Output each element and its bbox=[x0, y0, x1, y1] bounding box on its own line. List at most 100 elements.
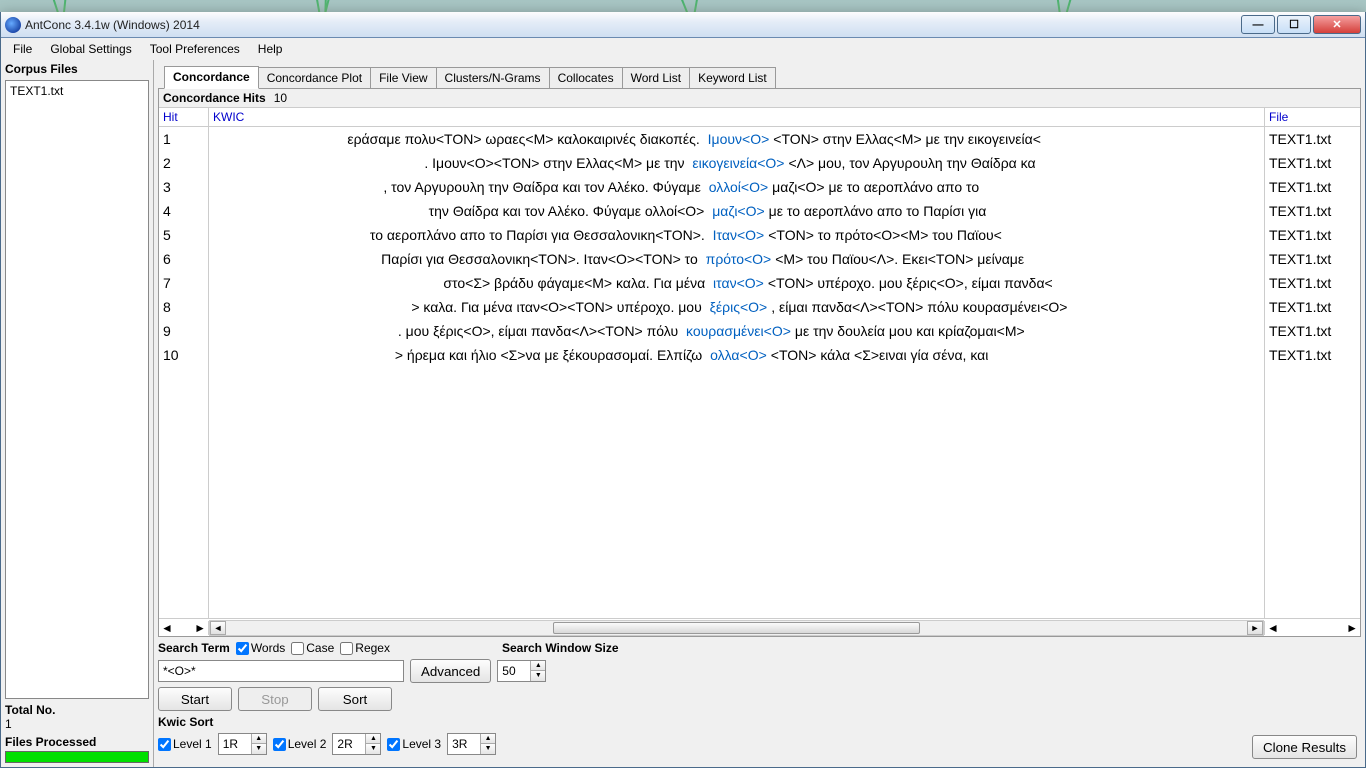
kwic-right-context: <ΤΟΝ> στην Ελλας<Μ> με την εικογεινεία< bbox=[773, 127, 1260, 151]
result-file[interactable]: TEXT1.txt bbox=[1265, 175, 1360, 199]
result-file[interactable]: TEXT1.txt bbox=[1265, 223, 1360, 247]
kwic-right-context: , είμαι πανδα<Λ><ΤΟΝ> πόλυ κουρασμένει<Ο… bbox=[771, 295, 1260, 319]
advanced-button[interactable]: Advanced bbox=[410, 659, 491, 683]
kwic-row[interactable]: την Θαίδρα και τον Αλέκο. Φύγαμε ολλοί<Ο… bbox=[209, 199, 1264, 223]
result-file[interactable]: TEXT1.txt bbox=[1265, 319, 1360, 343]
menu-help[interactable]: Help bbox=[250, 40, 291, 58]
file-scroll-right-icon[interactable]: ► bbox=[1346, 621, 1358, 635]
start-button[interactable]: Start bbox=[158, 687, 232, 711]
column-hit[interactable]: Hit bbox=[159, 108, 209, 126]
menu-file[interactable]: File bbox=[5, 40, 40, 58]
result-file[interactable]: TEXT1.txt bbox=[1265, 343, 1360, 367]
kwic-row[interactable]: > ήρεμα και ήλιο <Σ>να με ξέκουρασομαί. … bbox=[209, 343, 1264, 367]
results-grid: 12345678910 εράσαμε πολυ<ΤΟΝ> ωραες<Μ> κ… bbox=[159, 127, 1360, 618]
scroll-left-icon[interactable]: ◄ bbox=[161, 621, 173, 635]
tab-word-list[interactable]: Word List bbox=[622, 67, 690, 88]
kwic-left-context: το αεροπλάνο απο το Παρίσι για Θεσσαλονι… bbox=[213, 223, 705, 247]
level2-stepper[interactable]: ▲▼ bbox=[332, 733, 381, 755]
window-size-stepper[interactable]: ▲▼ bbox=[497, 660, 546, 682]
regex-label: Regex bbox=[355, 641, 390, 655]
file-scroll-left-icon[interactable]: ◄ bbox=[1267, 621, 1279, 635]
result-file[interactable]: TEXT1.txt bbox=[1265, 295, 1360, 319]
kwic-row[interactable]: εράσαμε πολυ<ΤΟΝ> ωραες<Μ> καλοκαιρινές … bbox=[209, 127, 1264, 151]
kwic-row[interactable]: > καλα. Για μένα ιταν<Ο><ΤΟΝ> υπέροχο. μ… bbox=[209, 295, 1264, 319]
hit-number: 7 bbox=[159, 271, 208, 295]
tab-concordance-plot[interactable]: Concordance Plot bbox=[258, 67, 371, 88]
level3-input[interactable] bbox=[448, 737, 480, 751]
minimize-button[interactable]: — bbox=[1241, 15, 1275, 34]
kwic-row[interactable]: . μου ξέρις<Ο>, είμαι πανδα<Λ><ΤΟΝ> πόλυ… bbox=[209, 319, 1264, 343]
kwic-right-context: μαζι<Ο> με το αεροπλάνο απο το bbox=[772, 175, 1260, 199]
stop-button[interactable]: Stop bbox=[238, 687, 312, 711]
kwic-right-context: με το αεροπλάνο απο το Παρίσι για bbox=[769, 199, 1260, 223]
concordance-hits-value: 10 bbox=[274, 91, 287, 105]
kwic-keyword: κουρασμένει<Ο> bbox=[678, 319, 795, 343]
kwic-row[interactable]: , τον Αργυρουλη την Θαίδρα και τον Αλέκο… bbox=[209, 175, 1264, 199]
corpus-files-list[interactable]: TEXT1.txt bbox=[5, 80, 149, 699]
kwic-keyword: ιταν<Ο> bbox=[705, 271, 768, 295]
sort-button[interactable]: Sort bbox=[318, 687, 392, 711]
level3-stepper[interactable]: ▲▼ bbox=[447, 733, 496, 755]
window-size-input[interactable] bbox=[498, 664, 530, 678]
level2-input[interactable] bbox=[333, 737, 365, 751]
menu-global-settings[interactable]: Global Settings bbox=[42, 40, 139, 58]
spinner-down-icon[interactable]: ▼ bbox=[366, 744, 380, 754]
spinner-down-icon[interactable]: ▼ bbox=[531, 671, 545, 681]
search-input[interactable] bbox=[158, 660, 404, 682]
level1-stepper[interactable]: ▲▼ bbox=[218, 733, 267, 755]
kwic-row[interactable]: το αεροπλάνο απο το Παρίσι για Θεσσαλονι… bbox=[209, 223, 1264, 247]
app-window: AntConc 3.4.1w (Windows) 2014 — ☐ ✕ File… bbox=[0, 12, 1366, 768]
kwic-keyword: ξέρις<Ο> bbox=[702, 295, 771, 319]
menu-tool-preferences[interactable]: Tool Preferences bbox=[142, 40, 248, 58]
tab-bar: Concordance Concordance Plot File View C… bbox=[164, 64, 1361, 88]
column-file[interactable]: File bbox=[1264, 108, 1360, 126]
hit-number: 1 bbox=[159, 127, 208, 151]
spinner-up-icon[interactable]: ▲ bbox=[252, 734, 266, 744]
kwic-keyword: Ιταν<Ο> bbox=[705, 223, 768, 247]
level1-input[interactable] bbox=[219, 737, 251, 751]
spinner-up-icon[interactable]: ▲ bbox=[366, 734, 380, 744]
kwic-right-context: <ΤΟΝ> υπέροχο. μου ξέρις<Ο>, είμαι πανδα… bbox=[768, 271, 1260, 295]
title-bar[interactable]: AntConc 3.4.1w (Windows) 2014 — ☐ ✕ bbox=[1, 12, 1365, 38]
level2-label: Level 2 bbox=[288, 737, 327, 751]
result-file[interactable]: TEXT1.txt bbox=[1265, 247, 1360, 271]
kwic-row[interactable]: Παρίσι για Θεσσαλονικη<ΤΟΝ>. Ιταν<Ο><ΤΟΝ… bbox=[209, 247, 1264, 271]
spinner-up-icon[interactable]: ▲ bbox=[531, 661, 545, 671]
horizontal-scroll-row: ◄ ► ◄ ► ◄ ► bbox=[159, 618, 1360, 636]
scroll-left-button[interactable]: ◄ bbox=[210, 621, 226, 635]
column-kwic[interactable]: KWIC bbox=[209, 108, 1264, 126]
close-button[interactable]: ✕ bbox=[1313, 15, 1361, 34]
result-file[interactable]: TEXT1.txt bbox=[1265, 151, 1360, 175]
spinner-down-icon[interactable]: ▼ bbox=[481, 744, 495, 754]
tab-concordance[interactable]: Concordance bbox=[164, 66, 259, 89]
level2-checkbox[interactable] bbox=[273, 738, 286, 751]
tab-keyword-list[interactable]: Keyword List bbox=[689, 67, 776, 88]
words-checkbox[interactable] bbox=[236, 642, 249, 655]
result-file[interactable]: TEXT1.txt bbox=[1265, 271, 1360, 295]
regex-checkbox[interactable] bbox=[340, 642, 353, 655]
hit-number: 8 bbox=[159, 295, 208, 319]
level1-checkbox[interactable] bbox=[158, 738, 171, 751]
level3-checkbox[interactable] bbox=[387, 738, 400, 751]
result-file[interactable]: TEXT1.txt bbox=[1265, 199, 1360, 223]
kwic-left-context: > καλα. Για μένα ιταν<Ο><ΤΟΝ> υπέροχο. μ… bbox=[213, 295, 702, 319]
kwic-row[interactable]: . Ιμουν<Ο><ΤΟΝ> στην Ελλας<Μ> με την εικ… bbox=[209, 151, 1264, 175]
scroll-right-button[interactable]: ► bbox=[1247, 621, 1263, 635]
tab-collocates[interactable]: Collocates bbox=[549, 67, 623, 88]
spinner-up-icon[interactable]: ▲ bbox=[481, 734, 495, 744]
kwic-horizontal-scrollbar[interactable]: ◄ ► bbox=[209, 620, 1264, 636]
scroll-right-icon[interactable]: ► bbox=[194, 621, 206, 635]
minimize-icon: — bbox=[1253, 19, 1264, 31]
tab-file-view[interactable]: File View bbox=[370, 67, 436, 88]
case-checkbox[interactable] bbox=[291, 642, 304, 655]
scroll-thumb[interactable] bbox=[553, 622, 921, 634]
maximize-button[interactable]: ☐ bbox=[1277, 15, 1311, 34]
clone-results-button[interactable]: Clone Results bbox=[1252, 735, 1357, 759]
spinner-down-icon[interactable]: ▼ bbox=[252, 744, 266, 754]
result-file[interactable]: TEXT1.txt bbox=[1265, 127, 1360, 151]
tab-clusters-ngrams[interactable]: Clusters/N-Grams bbox=[436, 67, 550, 88]
hit-number: 5 bbox=[159, 223, 208, 247]
corpus-file-item[interactable]: TEXT1.txt bbox=[8, 83, 146, 99]
words-label: Words bbox=[251, 641, 285, 655]
kwic-row[interactable]: στο<Σ> βράδυ φάγαμε<Μ> καλα. Για μένα ιτ… bbox=[209, 271, 1264, 295]
